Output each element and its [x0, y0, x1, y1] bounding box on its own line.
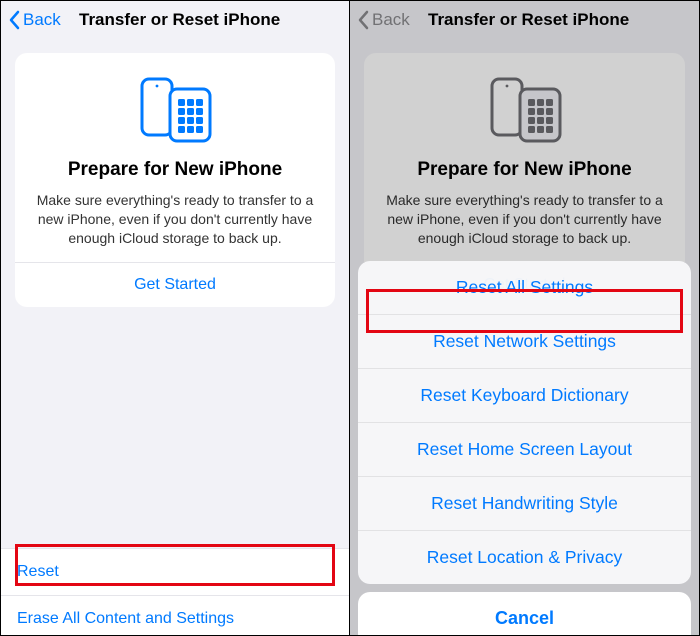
settings-screen-before: Back Transfer or Reset iPhone Prepare fo…: [1, 1, 350, 635]
chevron-left-icon: [9, 10, 21, 30]
sheet-item-reset-location[interactable]: Reset Location & Privacy: [358, 531, 691, 584]
back-button[interactable]: Back: [358, 10, 426, 30]
chevron-left-icon: [358, 10, 370, 30]
cancel-button[interactable]: Cancel: [358, 592, 691, 635]
back-label: Back: [23, 10, 61, 30]
devices-transfer-icon: [378, 75, 671, 145]
page-title: Transfer or Reset iPhone: [428, 10, 691, 30]
get-started-button[interactable]: Get Started: [29, 263, 321, 307]
options-list: Reset Erase All Content and Settings: [1, 548, 349, 635]
sheet-item-reset-home[interactable]: Reset Home Screen Layout: [358, 423, 691, 477]
action-sheet-group: Reset All Settings Reset Network Setting…: [358, 261, 691, 584]
devices-transfer-icon: [29, 75, 321, 145]
action-sheet: Reset All Settings Reset Network Setting…: [358, 261, 691, 635]
prepare-heading: Prepare for New iPhone: [378, 159, 671, 181]
settings-screen-sheet: Back Transfer or Reset iPhone Prepare fo…: [350, 1, 699, 635]
page-title: Transfer or Reset iPhone: [79, 10, 341, 30]
sheet-item-reset-handwriting[interactable]: Reset Handwriting Style: [358, 477, 691, 531]
prepare-heading: Prepare for New iPhone: [29, 159, 321, 181]
prepare-card: Prepare for New iPhone Make sure everyth…: [15, 53, 335, 307]
back-label: Back: [372, 10, 410, 30]
erase-row[interactable]: Erase All Content and Settings: [1, 596, 349, 635]
sheet-item-reset-network[interactable]: Reset Network Settings: [358, 315, 691, 369]
nav-bar: Back Transfer or Reset iPhone: [1, 1, 349, 39]
reset-row[interactable]: Reset: [1, 548, 349, 596]
prepare-description: Make sure everything's ready to transfer…: [31, 191, 319, 248]
back-button[interactable]: Back: [9, 10, 77, 30]
nav-bar: Back Transfer or Reset iPhone: [350, 1, 699, 39]
prepare-description: Make sure everything's ready to transfer…: [380, 191, 669, 248]
sheet-item-reset-all[interactable]: Reset All Settings: [358, 261, 691, 315]
sheet-item-reset-keyboard[interactable]: Reset Keyboard Dictionary: [358, 369, 691, 423]
